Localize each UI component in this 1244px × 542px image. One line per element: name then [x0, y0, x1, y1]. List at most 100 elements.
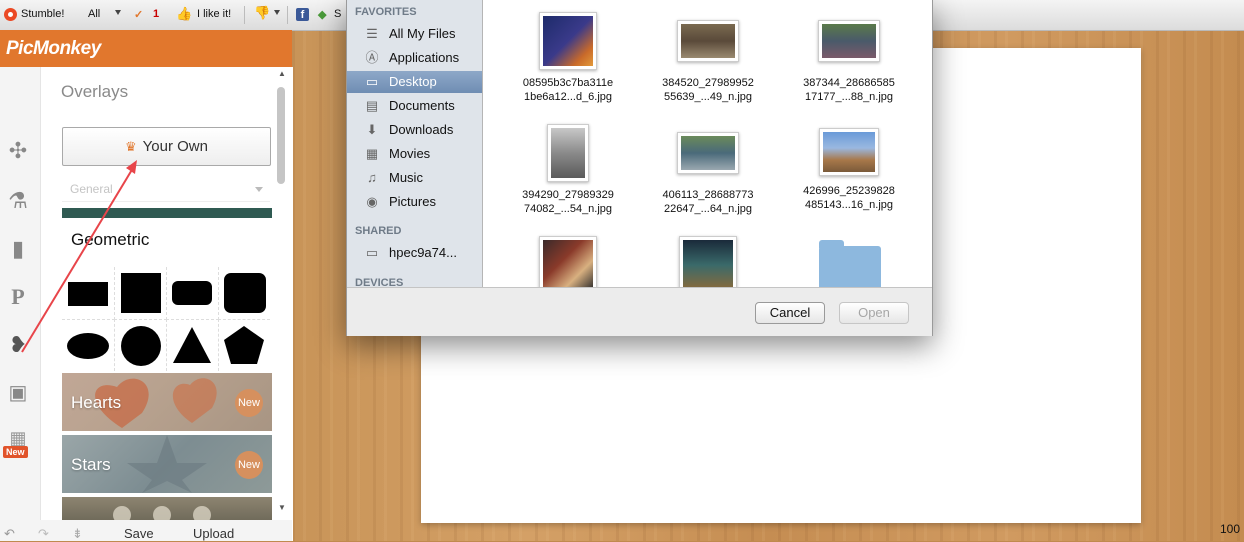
overlays-panel: Overlays ♛ Your Own General Geometric Hea…	[40, 67, 293, 541]
file-item[interactable]	[498, 236, 638, 287]
chevron-down-icon[interactable]	[255, 187, 263, 192]
file-thumbnail	[679, 236, 737, 287]
folder-icon[interactable]	[819, 240, 881, 287]
share-icon[interactable]: ◆	[318, 8, 326, 21]
sidebar-item-applications[interactable]: Ⓐ Applications	[347, 47, 482, 69]
stumble-button[interactable]: Stumble!	[21, 8, 64, 20]
dialog-footer: Cancel Open	[347, 287, 932, 336]
favorites-header: FAVORITES	[355, 6, 417, 18]
bottom-bar: ↶ ↷ ⇟ Save Upload	[0, 520, 292, 541]
file-item[interactable]	[638, 236, 778, 287]
sidebar-item-downloads[interactable]: ⬇ Downloads	[347, 119, 482, 141]
file-name-line2: 74082_...54_n.jpg	[523, 203, 613, 215]
upload-button[interactable]: Upload	[193, 526, 234, 541]
file-thumbnail	[677, 20, 739, 62]
file-open-dialog: FAVORITES ☰ All My Files Ⓐ Applications ▭ D…	[346, 0, 933, 336]
documents-icon: ▤	[365, 98, 379, 113]
file-name-line1: 384520_27989952	[662, 77, 754, 89]
sidebar-item-all-my-files[interactable]: ☰ All My Files	[347, 23, 482, 45]
new-badge: New	[235, 389, 263, 417]
cancel-button[interactable]: Cancel	[755, 302, 825, 324]
layers-icon[interactable]: ⇟	[72, 526, 83, 542]
zoom-level: 100	[1220, 522, 1241, 536]
category-select[interactable]: General	[62, 177, 270, 202]
touch-up-icon[interactable]: ▮	[4, 235, 32, 263]
stumbleupon-icon[interactable]	[4, 8, 17, 21]
scroll-down-icon[interactable]: ▼	[278, 503, 286, 512]
open-button[interactable]: Open	[839, 302, 909, 324]
thumbs-down-icon[interactable]: 👎	[254, 5, 270, 21]
notification-icon[interactable]: ✓	[134, 8, 143, 21]
sidebar-item-shared-computer[interactable]: ▭ hpec9a74...	[347, 242, 482, 264]
toolbar-truncated-label: S	[334, 8, 342, 20]
file-name-line2: 22647_...64_n.jpg	[663, 203, 753, 215]
your-own-button[interactable]: ♛ Your Own	[62, 127, 271, 166]
sidebar-item-pictures[interactable]: ◉ Pictures	[347, 191, 482, 213]
geometric-title: Geometric	[71, 230, 150, 249]
shape-rectangle[interactable]	[62, 267, 115, 320]
file-grid: 08595b3c7ba311e 1be6a12...d_6.jpg 384520…	[483, 0, 932, 287]
sidebar-item-desktop[interactable]: ▭ Desktop	[347, 71, 482, 93]
category-label: Hearts	[71, 393, 122, 412]
shape-pentagon[interactable]	[218, 319, 270, 371]
app-header: PicMonkey	[0, 30, 292, 67]
stars-category[interactable]: Stars New	[62, 435, 272, 493]
file-item[interactable]: 426996_25239828 485143...16_n.jpg	[779, 128, 919, 212]
shape-triangle[interactable]	[166, 319, 219, 371]
effects-icon[interactable]: ⚗	[4, 187, 32, 215]
sidebar-item-label: Desktop	[389, 74, 437, 89]
file-name-line2: 55639_...49_n.jpg	[663, 91, 753, 103]
undo-icon[interactable]: ↶	[4, 526, 15, 542]
file-item[interactable]: 394290_27989329 74082_...54_n.jpg	[498, 124, 638, 216]
hearts-category[interactable]: Hearts New	[62, 373, 272, 431]
file-item[interactable]: 387344_28686585 17177_...88_n.jpg	[779, 20, 919, 104]
file-name-line2: 485143...16_n.jpg	[804, 199, 894, 211]
text-icon[interactable]: P	[4, 283, 32, 311]
all-dropdown[interactable]: All	[88, 8, 100, 20]
monitor-icon: ▭	[365, 245, 379, 260]
desktop-icon: ▭	[365, 74, 379, 89]
frames-icon[interactable]: ▣	[4, 379, 32, 407]
sidebar-item-label: Pictures	[389, 194, 436, 209]
facebook-icon[interactable]: f	[296, 8, 309, 21]
redo-icon[interactable]: ↷	[38, 526, 49, 542]
sidebar-item-label: Applications	[389, 50, 460, 65]
chevron-down-icon[interactable]	[274, 10, 280, 15]
toolbar-divider	[244, 6, 245, 24]
sidebar-item-label: Downloads	[389, 122, 454, 137]
like-button[interactable]: I like it!	[197, 8, 231, 20]
shape-rounded-rectangle[interactable]	[166, 267, 219, 320]
file-name-line1: 08595b3c7ba311e	[522, 77, 614, 89]
thumbs-up-icon[interactable]: 👍	[176, 6, 192, 22]
file-thumbnail	[819, 128, 879, 176]
movies-icon: ▦	[365, 146, 379, 161]
sidebar-item-label: All My Files	[389, 26, 456, 41]
overlays-icon[interactable]: ❥	[4, 331, 32, 359]
shape-ellipse[interactable]	[62, 319, 115, 371]
category-label: Stars	[71, 455, 111, 474]
shape-rounded-square[interactable]	[218, 267, 270, 320]
scroll-up-icon[interactable]: ▲	[278, 69, 286, 78]
file-item[interactable]: 08595b3c7ba311e 1be6a12...d_6.jpg	[498, 12, 638, 104]
your-own-label: Your Own	[142, 138, 208, 155]
chevron-down-icon[interactable]	[115, 10, 121, 15]
sidebar-item-label: hpec9a74...	[389, 245, 457, 260]
sidebar-item-movies[interactable]: ▦ Movies	[347, 143, 482, 165]
picmonkey-logo[interactable]: PicMonkey	[6, 38, 101, 60]
basic-edits-icon[interactable]: ✣	[4, 137, 32, 165]
shape-circle[interactable]	[114, 319, 167, 371]
file-item[interactable]: 384520_27989952 55639_...49_n.jpg	[638, 20, 778, 104]
music-icon: ♫	[367, 170, 377, 185]
file-name-line1: 394290_27989329	[522, 189, 614, 201]
shape-square[interactable]	[114, 267, 167, 320]
all-files-icon: ☰	[366, 26, 378, 41]
toolbar-divider	[287, 6, 288, 24]
sidebar-item-documents[interactable]: ▤ Documents	[347, 95, 482, 117]
file-name-line1: 406113_28688773	[662, 189, 754, 201]
panel-scrollbar[interactable]	[277, 87, 285, 184]
save-button[interactable]: Save	[124, 526, 154, 541]
file-item[interactable]: 406113_28688773 22647_...64_n.jpg	[638, 132, 778, 216]
sidebar-item-music[interactable]: ♫ Music	[347, 167, 482, 189]
typewriter-category[interactable]	[62, 497, 272, 521]
file-thumbnail	[539, 12, 597, 70]
